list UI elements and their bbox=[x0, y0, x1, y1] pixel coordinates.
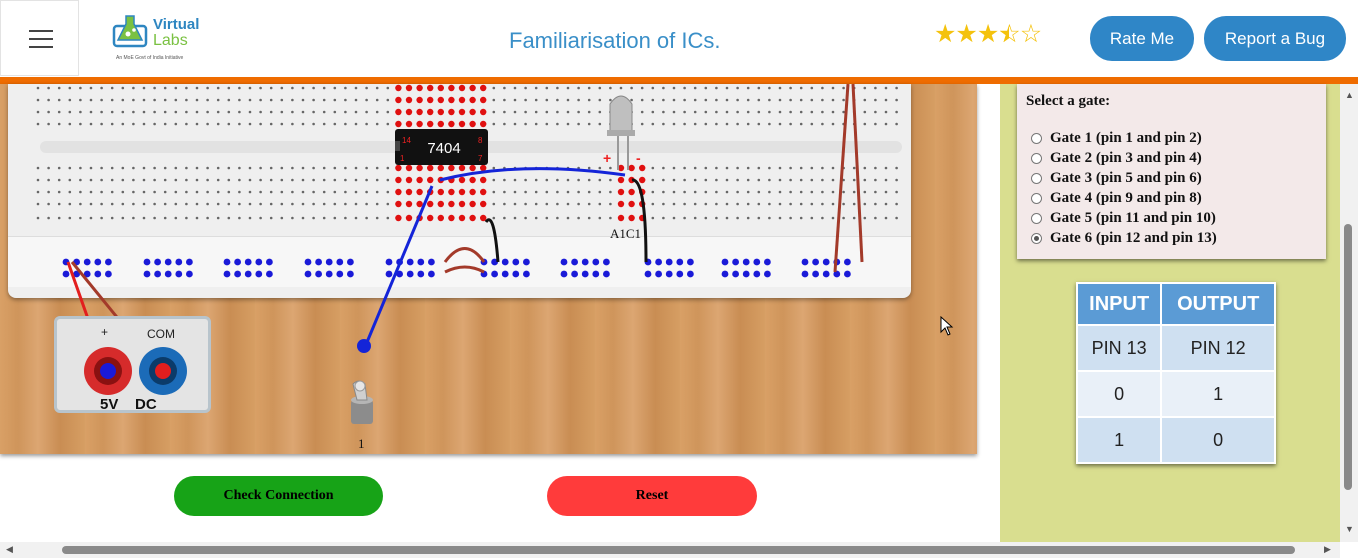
vertical-scrollbar[interactable]: ▲ ▼ bbox=[1340, 84, 1358, 542]
truth-table-header: OUTPUT bbox=[1160, 282, 1276, 326]
blue-wire[interactable] bbox=[439, 167, 626, 182]
ic-pin-label: 14 bbox=[402, 136, 411, 145]
ic-pin-label: 8 bbox=[478, 136, 483, 145]
led-component[interactable]: + - bbox=[603, 95, 641, 170]
report-bug-button[interactable]: Report a Bug bbox=[1204, 16, 1346, 61]
gate-selector-panel: Select a gate: Gate 1 (pin 1 and pin 2) … bbox=[1017, 84, 1326, 259]
com-terminal-icon[interactable] bbox=[155, 363, 171, 379]
gate-option-label: Gate 3 (pin 5 and pin 6) bbox=[1050, 170, 1202, 186]
psu-dc-label: DC bbox=[135, 396, 157, 413]
brown-wire-rail[interactable] bbox=[833, 83, 850, 273]
truth-table: INPUT OUTPUT PIN 13 PIN 12 0 1 1 0 bbox=[1075, 282, 1276, 464]
star-half-icon[interactable]: ☆★ bbox=[998, 19, 1020, 49]
gate-option-3[interactable]: Gate 3 (pin 5 and pin 6) bbox=[1031, 170, 1202, 187]
gate-option-label: Gate 5 (pin 11 and pin 10) bbox=[1050, 210, 1216, 226]
ic-pin-label: 1 bbox=[400, 154, 405, 163]
gate-option-5[interactable]: Gate 5 (pin 11 and pin 10) bbox=[1031, 210, 1216, 227]
scroll-right-arrow-icon[interactable]: ▶ bbox=[1324, 544, 1331, 555]
star-empty-icon[interactable]: ☆ bbox=[1020, 20, 1042, 48]
power-supply-5v-dc[interactable]: + COM 5V DC bbox=[54, 316, 211, 413]
led-plus-label: + bbox=[603, 150, 611, 166]
toggle-switch-label: 1 bbox=[358, 436, 365, 451]
gate-option-6[interactable]: Gate 6 (pin 12 and pin 13) bbox=[1031, 230, 1217, 247]
truth-table-cell: 1 bbox=[1075, 416, 1163, 464]
gate-selector-title: Select a gate: bbox=[1026, 93, 1111, 109]
truth-table-cell: 1 bbox=[1160, 370, 1276, 418]
brown-wire-jumper[interactable] bbox=[443, 247, 486, 263]
truth-table-cell: 0 bbox=[1160, 416, 1276, 464]
ic-pin-label: 7 bbox=[478, 154, 483, 163]
check-connection-button[interactable]: Check Connection bbox=[174, 476, 383, 516]
wire-endpoint[interactable] bbox=[357, 339, 371, 353]
reset-button[interactable]: Reset bbox=[547, 476, 757, 516]
gate-option-label: Gate 1 (pin 1 and pin 2) bbox=[1050, 130, 1202, 146]
truth-table-cell: PIN 13 bbox=[1075, 324, 1163, 372]
psu-terminals bbox=[84, 347, 187, 395]
gate-option-label: Gate 6 (pin 12 and pin 13) bbox=[1050, 230, 1217, 246]
radio-button[interactable] bbox=[1031, 133, 1042, 144]
scroll-down-arrow-icon[interactable]: ▼ bbox=[1345, 524, 1354, 534]
ic-7404-chip[interactable]: 7404 14 8 1 7 bbox=[395, 129, 488, 165]
truth-table-header: INPUT bbox=[1075, 282, 1163, 326]
brown-wire-rail[interactable] bbox=[851, 83, 864, 263]
gate-option-2[interactable]: Gate 2 (pin 3 and pin 4) bbox=[1031, 150, 1202, 167]
radio-button[interactable] bbox=[1031, 193, 1042, 204]
radio-button-selected[interactable] bbox=[1031, 233, 1042, 244]
gate-option-1[interactable]: Gate 1 (pin 1 and pin 2) bbox=[1031, 130, 1202, 147]
ic-chip-label: 7404 bbox=[427, 140, 460, 157]
truth-table-cell: 0 bbox=[1075, 370, 1163, 418]
star-filled-icon[interactable]: ★ bbox=[977, 20, 999, 48]
radio-button[interactable] bbox=[1031, 153, 1042, 164]
scroll-left-arrow-icon[interactable]: ◀ bbox=[6, 544, 13, 555]
gate-option-label: Gate 4 (pin 9 and pin 8) bbox=[1050, 190, 1202, 206]
gate-option-4[interactable]: Gate 4 (pin 9 and pin 8) bbox=[1031, 190, 1202, 207]
black-wire-led[interactable] bbox=[631, 178, 648, 263]
led-minus-label: - bbox=[636, 150, 641, 166]
radio-button[interactable] bbox=[1031, 213, 1042, 224]
toggle-switch[interactable] bbox=[345, 378, 379, 430]
gate-option-label: Gate 2 (pin 3 and pin 4) bbox=[1050, 150, 1202, 166]
ic-position-label: A1C1 bbox=[610, 226, 642, 241]
scroll-up-arrow-icon[interactable]: ▲ bbox=[1345, 90, 1354, 100]
mouse-cursor-icon bbox=[940, 316, 954, 336]
horizontal-scrollbar-thumb[interactable] bbox=[62, 546, 1295, 554]
brown-wire-jumper[interactable] bbox=[444, 265, 485, 274]
rate-me-button[interactable]: Rate Me bbox=[1090, 16, 1194, 61]
horizontal-scrollbar[interactable]: ◀ ▶ bbox=[0, 542, 1340, 558]
radio-button[interactable] bbox=[1031, 173, 1042, 184]
psu-5v-label: 5V bbox=[100, 396, 119, 413]
blue-wire-toggle[interactable] bbox=[363, 185, 434, 348]
black-wire[interactable] bbox=[484, 218, 500, 263]
positive-terminal-icon[interactable] bbox=[100, 363, 116, 379]
vertical-scrollbar-thumb[interactable] bbox=[1344, 224, 1352, 490]
truth-table-cell: PIN 12 bbox=[1160, 324, 1276, 372]
